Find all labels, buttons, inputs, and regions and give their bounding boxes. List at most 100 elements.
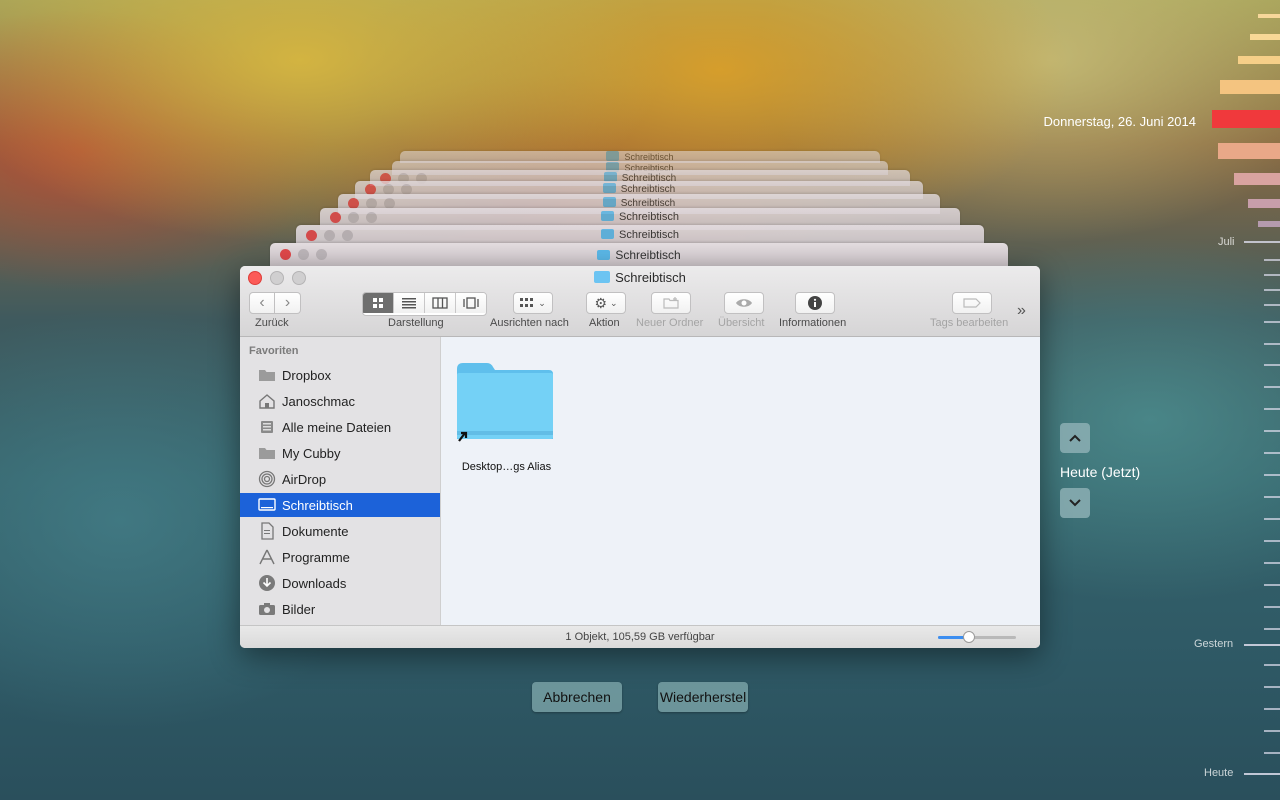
timeline-tick[interactable] [1264, 321, 1280, 323]
timeline-tick[interactable] [1264, 289, 1280, 291]
chevron-right-icon: › [284, 294, 291, 311]
coverflow-view-button[interactable] [456, 293, 486, 313]
eye-icon [736, 299, 752, 307]
timeline-tick[interactable] [1264, 664, 1280, 666]
timeline-tick[interactable] [1264, 496, 1280, 498]
desktop-alias-folder[interactable] [457, 361, 553, 442]
sidebar-item-label: Dokumente [282, 523, 349, 539]
sidebar-item-dokumente[interactable]: Dokumente [240, 519, 440, 543]
file-label: Desktop…gs Alias [461, 461, 552, 473]
timeline-tick[interactable] [1264, 364, 1280, 366]
column-view-button[interactable] [425, 293, 456, 313]
sidebar-item-label: Bilder [282, 601, 316, 617]
icon-size-slider[interactable] [938, 631, 1016, 643]
timeline-tick[interactable] [1248, 199, 1280, 208]
gear-icon: ⚙ [594, 294, 607, 311]
chevron-up-icon [1069, 434, 1081, 442]
sidebar-item-bilder[interactable]: Bilder [240, 597, 440, 621]
sidebar-item-label: Janoschmac [282, 393, 355, 409]
timeline-tick[interactable] [1264, 343, 1280, 345]
sidebar-item-all-files[interactable]: Alle meine Dateien [240, 415, 440, 439]
sidebar-item-my-cubby[interactable]: My Cubby [240, 441, 440, 465]
sidebar-item-programme[interactable]: Programme [240, 545, 440, 569]
sidebar-item-label: AirDrop [282, 471, 327, 487]
toolbar-overflow-button[interactable]: » [1017, 302, 1026, 320]
timeline-tick[interactable] [1258, 14, 1280, 18]
timeline-tick[interactable] [1238, 56, 1280, 64]
new-folder-button[interactable] [651, 292, 691, 314]
sidebar-item-label: Alle meine Dateien [282, 419, 392, 435]
tag-icon [963, 298, 981, 308]
timeline-tick[interactable] [1264, 304, 1280, 306]
timeline-tick[interactable] [1264, 386, 1280, 388]
sidebar-item-airdrop[interactable]: AirDrop [240, 467, 440, 491]
timeline-tick[interactable] [1264, 274, 1280, 276]
timeline-tick[interactable] [1264, 708, 1280, 710]
chevron-down-icon: ⌄ [610, 297, 618, 308]
timeline-label-gestern: Gestern [1194, 638, 1234, 650]
folder-icon [258, 445, 276, 461]
timeline-label-juli: Juli [1218, 236, 1235, 248]
timeline-tick[interactable] [1244, 644, 1280, 646]
action-button[interactable]: ⚙ ⌄ [586, 292, 626, 314]
tags-button[interactable] [952, 292, 992, 314]
timeline-tick[interactable] [1244, 773, 1280, 775]
timeline-tick[interactable] [1244, 241, 1280, 243]
desktop-icon [258, 497, 276, 513]
timeline-tick[interactable] [1264, 474, 1280, 476]
quicklook-button[interactable] [724, 292, 764, 314]
sidebar-item-downloads[interactable]: Downloads [240, 571, 440, 595]
timeline-tick[interactable] [1218, 143, 1280, 159]
timeline-tick[interactable] [1220, 80, 1280, 94]
finder-window: Schreibtisch ‹ › Zurück Darstellung ⌄ Au… [240, 266, 1040, 648]
airdrop-icon [258, 470, 276, 488]
sidebar-item-janoschmac[interactable]: Janoschmac [240, 389, 440, 413]
older-button[interactable] [1060, 423, 1090, 453]
timeline-tick[interactable] [1258, 221, 1280, 227]
timeline-tick[interactable] [1264, 452, 1280, 454]
chevron-down-icon [1069, 499, 1081, 507]
timeline-tick[interactable] [1264, 686, 1280, 688]
timeline-tick-selected[interactable] [1212, 110, 1280, 128]
timeline-tick[interactable] [1264, 752, 1280, 754]
sidebar-item-label: Programme [282, 549, 350, 565]
timeline-tick[interactable] [1250, 34, 1280, 40]
newer-button[interactable] [1060, 488, 1090, 518]
sidebar-item-dropbox[interactable]: Dropbox [240, 363, 440, 387]
cancel-button[interactable]: Abbrechen [532, 682, 622, 712]
status-text: 1 Objekt, 105,59 GB verfügbar [565, 631, 715, 643]
downloads-icon [258, 575, 276, 591]
timeline-tick[interactable] [1264, 562, 1280, 564]
date-label: Donnerstag, 26. Juni 2014 [1043, 114, 1197, 129]
timeline-tick[interactable] [1264, 730, 1280, 732]
sidebar-heading: Favoriten [249, 345, 299, 357]
timeline-tick[interactable] [1264, 408, 1280, 410]
back-label: Zurück [255, 317, 289, 329]
new-folder-icon [663, 297, 679, 309]
sidebar: Favoriten Dropbox Janoschmac Alle meine … [240, 337, 441, 625]
chevron-left-icon: ‹ [259, 294, 265, 311]
timeline-tick[interactable] [1234, 173, 1280, 185]
timeline-tick[interactable] [1264, 628, 1280, 630]
action-label: Aktion [589, 317, 620, 329]
sidebar-item-schreibtisch[interactable]: Schreibtisch [240, 493, 440, 517]
back-button[interactable]: ‹ [249, 292, 275, 314]
timeline-tick[interactable] [1264, 259, 1280, 261]
timeline-tick[interactable] [1264, 518, 1280, 520]
arrange-button[interactable]: ⌄ [513, 292, 553, 314]
arrange-grid-icon [520, 298, 534, 307]
forward-button[interactable]: › [275, 292, 301, 314]
info-icon [808, 296, 822, 310]
timeline-tick[interactable] [1264, 584, 1280, 586]
new-folder-label: Neuer Ordner [636, 317, 704, 329]
restore-button[interactable]: Wiederherstel [658, 682, 748, 712]
list-view-button[interactable] [394, 293, 425, 313]
icon-view-button[interactable] [363, 293, 394, 313]
timeline-tick[interactable] [1264, 430, 1280, 432]
timeline-tick[interactable] [1264, 540, 1280, 542]
tags-label: Tags bearbeiten [930, 317, 1009, 329]
list-icon [402, 298, 416, 309]
timeline-tick[interactable] [1264, 606, 1280, 608]
documents-icon [258, 522, 276, 540]
info-button[interactable] [795, 292, 835, 314]
